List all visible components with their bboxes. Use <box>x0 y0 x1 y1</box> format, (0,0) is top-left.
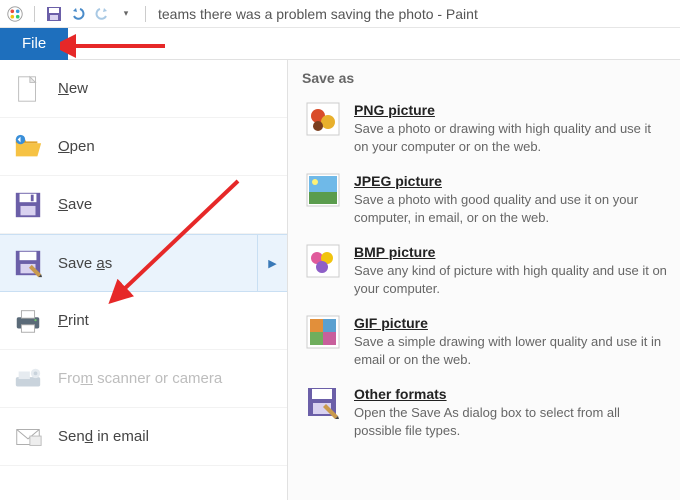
file-menu-left: New Open Save Save as ▶ Print <box>0 60 288 500</box>
format-title: GIF picture <box>354 315 668 331</box>
format-png[interactable]: PNG picture Save a photo or drawing with… <box>294 94 680 165</box>
scanner-icon <box>12 363 44 395</box>
other-formats-icon <box>306 386 340 420</box>
format-other[interactable]: Other formats Open the Save As dialog bo… <box>294 378 680 449</box>
menu-item-send-email[interactable]: Send in email <box>0 408 287 466</box>
menu-item-label: New <box>58 80 88 97</box>
format-title: JPEG picture <box>354 173 668 189</box>
format-title: BMP picture <box>354 244 668 260</box>
save-icon[interactable] <box>45 5 63 23</box>
menu-item-label: Open <box>58 138 95 155</box>
file-menu: New Open Save Save as ▶ Print <box>0 60 680 500</box>
png-icon <box>306 102 340 136</box>
redo-icon[interactable] <box>93 5 111 23</box>
email-icon <box>12 421 44 453</box>
menu-item-scanner[interactable]: From scanner or camera <box>0 350 287 408</box>
paint-app-icon <box>6 5 24 23</box>
format-desc: Save any kind of picture with high quali… <box>354 262 668 297</box>
menu-item-open[interactable]: Open <box>0 118 287 176</box>
format-desc: Save a simple drawing with lower quality… <box>354 333 668 368</box>
undo-icon[interactable] <box>69 5 87 23</box>
window-title: teams there was a problem saving the pho… <box>158 6 478 22</box>
menu-item-label: Send in email <box>58 428 149 445</box>
menu-item-label: Save as <box>58 255 112 272</box>
menu-item-label: From scanner or camera <box>58 370 222 387</box>
customize-dropdown-icon[interactable]: ▾ <box>117 5 135 23</box>
submenu-header: Save as <box>294 66 680 94</box>
titlebar: ▾ teams there was a problem saving the p… <box>0 0 680 28</box>
save-as-submenu: Save as PNG picture Save a photo or draw… <box>288 60 680 500</box>
print-icon <box>12 305 44 337</box>
chevron-right-icon[interactable]: ▶ <box>257 235 287 291</box>
format-desc: Open the Save As dialog box to select fr… <box>354 404 668 439</box>
format-desc: Save a photo with good quality and use i… <box>354 191 668 226</box>
save-floppy-icon <box>12 189 44 221</box>
new-icon <box>12 73 44 105</box>
format-title: Other formats <box>354 386 668 402</box>
ribbon-row: File <box>0 28 680 60</box>
format-bmp[interactable]: BMP picture Save any kind of picture wit… <box>294 236 680 307</box>
menu-item-label: Save <box>58 196 92 213</box>
menu-item-new[interactable]: New <box>0 60 287 118</box>
format-jpeg[interactable]: JPEG picture Save a photo with good qual… <box>294 165 680 236</box>
bmp-icon <box>306 244 340 278</box>
quick-access-toolbar: ▾ <box>30 5 150 23</box>
jpeg-icon <box>306 173 340 207</box>
open-icon <box>12 131 44 163</box>
gif-icon <box>306 315 340 349</box>
menu-item-save-as[interactable]: Save as ▶ <box>0 234 287 292</box>
file-tab[interactable]: File <box>0 28 68 60</box>
menu-item-print[interactable]: Print <box>0 292 287 350</box>
file-tab-label: File <box>22 35 46 52</box>
format-desc: Save a photo or drawing with high qualit… <box>354 120 668 155</box>
format-title: PNG picture <box>354 102 668 118</box>
format-gif[interactable]: GIF picture Save a simple drawing with l… <box>294 307 680 378</box>
menu-item-label: Print <box>58 312 89 329</box>
menu-item-save[interactable]: Save <box>0 176 287 234</box>
save-as-icon <box>12 247 44 279</box>
